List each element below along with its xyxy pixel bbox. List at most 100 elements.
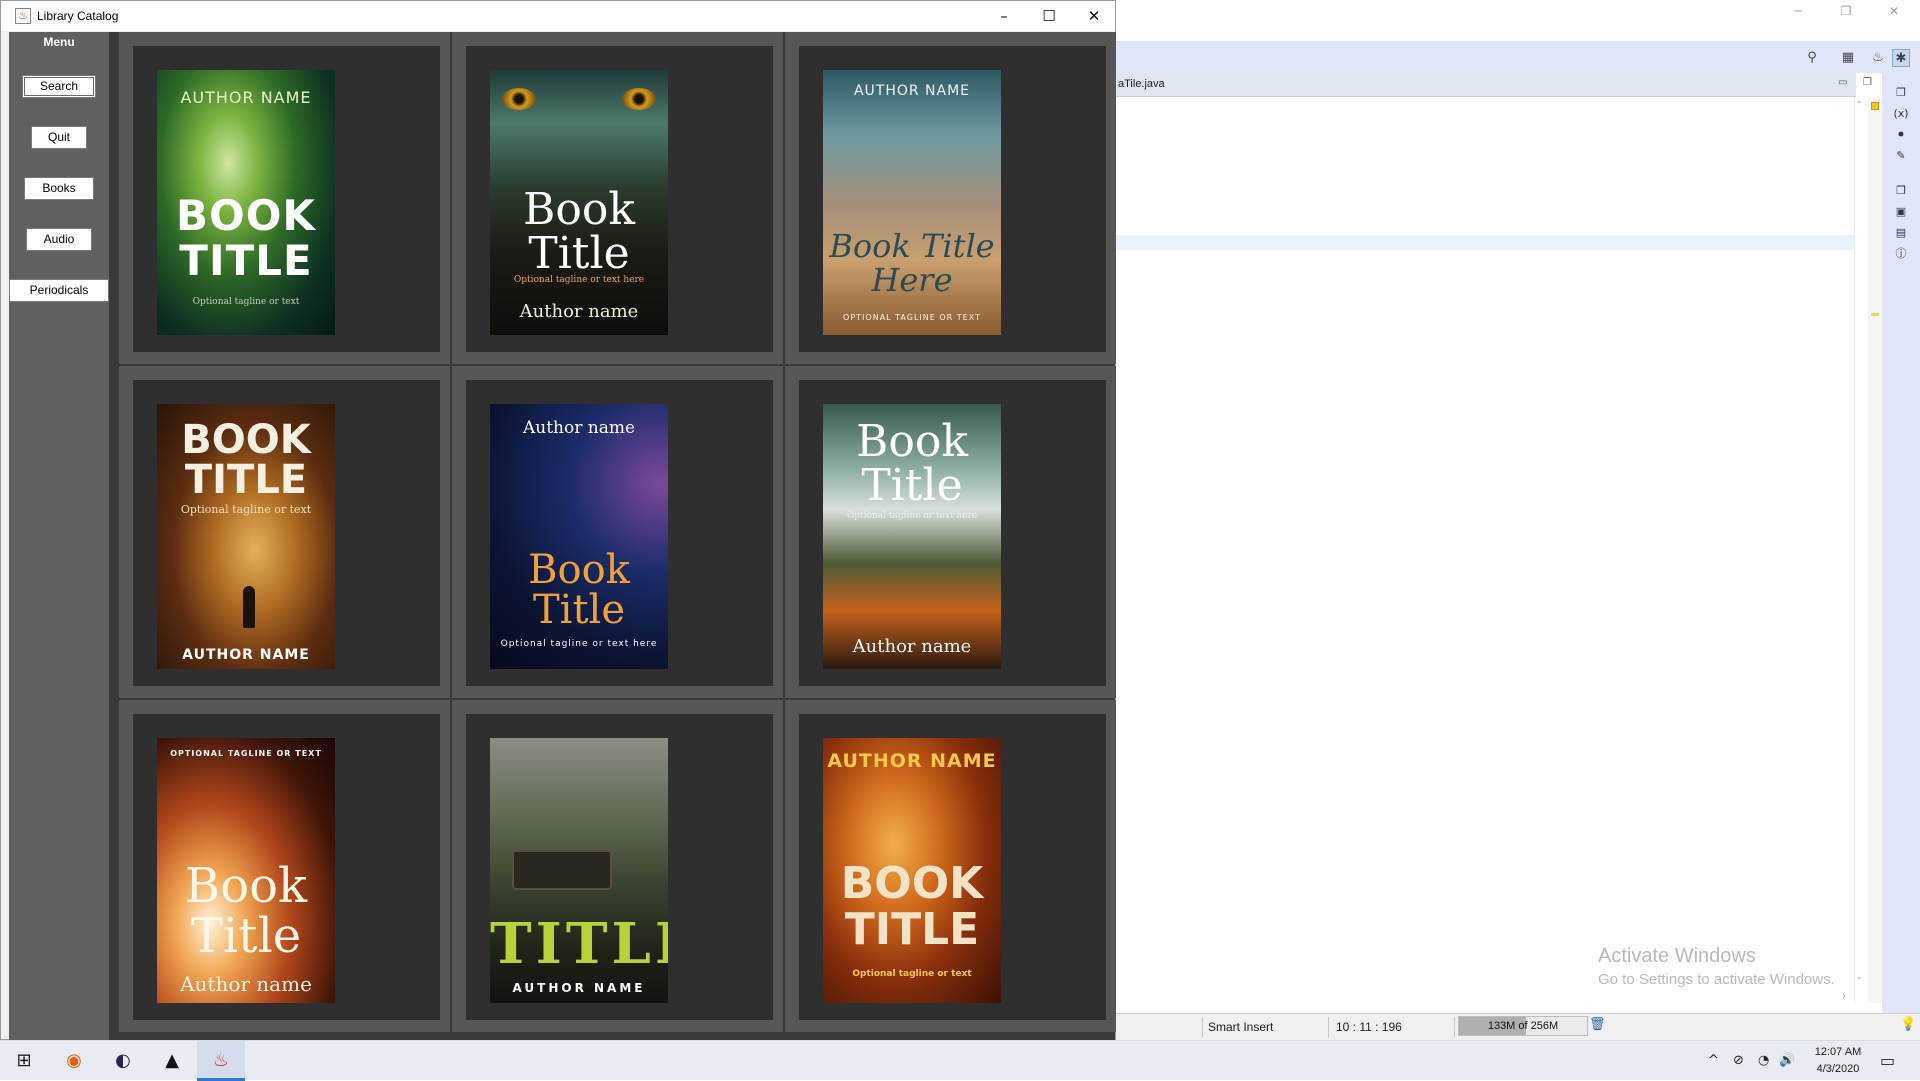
scroll-down-icon[interactable]: ˅: [1857, 977, 1862, 987]
cover-title-line1: Book: [856, 416, 968, 467]
minimize-button[interactable]: –: [981, 1, 1027, 31]
javadoc-view-icon[interactable]: ⓙ: [1893, 246, 1909, 262]
silhouette-figure: [243, 586, 255, 628]
editor-vertical-scrollbar[interactable]: ˄ ˅: [1854, 97, 1868, 1003]
audio-button[interactable]: Audio: [26, 228, 92, 251]
watermark-title: Activate Windows: [1598, 945, 1756, 967]
catalog-item[interactable]: Book Title Optional tagline or text here…: [452, 32, 783, 364]
ide-minimize-button[interactable]: ─: [1778, 2, 1818, 20]
restore-view-icon[interactable]: ❐: [1893, 85, 1909, 101]
maximize-button[interactable]: ☐: [1026, 1, 1072, 31]
cover-author: Author name: [519, 301, 639, 322]
cover-title-line1: Book: [184, 858, 308, 914]
book-cover-image[interactable]: AUTHOR NAME Book Title Here OPTIONAL TAG…: [823, 70, 1001, 335]
book-cover-image[interactable]: Book Title Optional tagline or text here…: [490, 70, 668, 335]
debug-perspective-icon[interactable]: ✱: [1892, 49, 1910, 67]
catalog-item-panel: AUTHOR NAME Book Title Here OPTIONAL TAG…: [799, 46, 1106, 352]
firefox-icon[interactable]: ◉: [50, 1041, 98, 1081]
java-ee-perspective-icon[interactable]: ♨: [1869, 49, 1887, 67]
book-cover-image[interactable]: Author name Book Title Optional tagline …: [490, 404, 668, 669]
expressions-view-icon[interactable]: ✎: [1893, 148, 1909, 164]
cover-tagline: OPTIONAL TAGLINE OR TEXT: [843, 313, 981, 322]
scroll-up-icon[interactable]: ˄: [1857, 101, 1862, 111]
menu-sidebar: Menu Search Quit Books Audio Periodicals: [9, 32, 109, 1040]
cover-author: Author name: [522, 418, 636, 438]
catalog-grid: AUTHOR NAME BOOK TITLE Optional tagline …: [119, 32, 1116, 1040]
cover-author: Author name: [852, 636, 972, 657]
open-perspective-icon[interactable]: ▦: [1839, 49, 1857, 67]
search-button[interactable]: Search: [22, 75, 96, 98]
book-cover-image[interactable]: BOOK TITLE Optional tagline or text AUTH…: [157, 404, 335, 669]
ide-restore-button[interactable]: ❐: [1826, 2, 1866, 20]
breakpoints-view-icon[interactable]: ⚫: [1893, 127, 1909, 143]
status-separator: [1454, 1017, 1455, 1037]
close-button[interactable]: ✕: [1071, 1, 1117, 31]
cover-title-line2: Title: [190, 908, 302, 964]
editor-maximize-icon[interactable]: ❐: [1863, 77, 1872, 88]
book-cover-image[interactable]: OPTIONAL TAGLINE OR TEXT Book Title Auth…: [157, 738, 335, 1003]
split-pane-divider[interactable]: [109, 32, 119, 1040]
book-cover-image[interactable]: AUTHOR NAME BOOK TITLE Optional tagline …: [157, 70, 335, 335]
periodicals-button[interactable]: Periodicals: [9, 279, 109, 302]
editor-minimize-icon[interactable]: ▭: [1838, 77, 1847, 88]
ide-titlebar: ─ ❐ ✕: [1116, 0, 1920, 41]
search-icon[interactable]: ⚲: [1803, 49, 1821, 67]
catalog-item[interactable]: AUTHOR NAME BOOK TITLE Optional tagline …: [119, 32, 450, 364]
quit-button[interactable]: Quit: [31, 126, 87, 149]
editor-tab-filename[interactable]: aTile.java: [1118, 78, 1165, 90]
restore-view-icon[interactable]: ❐: [1893, 183, 1909, 199]
code-editor[interactable]: [1116, 97, 1854, 1003]
catalog-item-panel: BOOK TITLE Optional tagline or text AUTH…: [133, 380, 440, 686]
console-view-icon[interactable]: ▣: [1893, 204, 1909, 220]
cover-tagline: OPTIONAL TAGLINE OR TEXT: [170, 749, 322, 758]
problems-view-icon[interactable]: ▤: [1893, 225, 1909, 241]
photos-icon[interactable]: ▲: [148, 1041, 196, 1081]
eye-icon: [502, 88, 536, 110]
current-line-highlight: [1116, 235, 1854, 250]
cover-title-line2: TITLE: [184, 457, 308, 503]
cover-tagline: Optional tagline or text: [852, 969, 972, 979]
catalog-item[interactable]: Book Title Optional tagline or text here…: [785, 366, 1116, 698]
clock-time: 12:07 AM: [1814, 1046, 1862, 1058]
menu-heading: Menu: [43, 35, 75, 49]
book-cover-image[interactable]: AUTHOR NAME BOOK TITLE Optional tagline …: [823, 738, 1001, 1003]
ide-toolbar: ⚲ ▦ ♨ ✱: [1116, 41, 1920, 73]
catalog-item[interactable]: OPTIONAL TAGLINE OR TEXT Book Title Auth…: [119, 700, 450, 1032]
overview-warning-marker[interactable]: [1871, 102, 1879, 110]
cover-author: AUTHOR NAME: [853, 83, 971, 99]
status-separator: [1202, 1017, 1203, 1037]
cover-tagline: Optional tagline or text: [180, 503, 312, 516]
eclipse-icon[interactable]: ◐: [99, 1041, 147, 1081]
cover-tagline: Optional tagline or text here: [500, 639, 658, 649]
insert-mode-status: Smart Insert: [1208, 1020, 1274, 1034]
book-cover-image[interactable]: TITLE AUTHOR NAME: [490, 738, 668, 1003]
notification-icon[interactable]: ▭: [1880, 1051, 1895, 1070]
trash-icon[interactable]: 🗑: [1589, 1017, 1606, 1035]
system-clock[interactable]: 12:07 AM 4/3/2020: [1802, 1044, 1874, 1078]
catalog-item[interactable]: AUTHOR NAME BOOK TITLE Optional tagline …: [785, 700, 1116, 1032]
java-app-icon: ♨: [15, 8, 31, 24]
books-button[interactable]: Books: [24, 177, 94, 200]
network-hidden-icon[interactable]: ⊘: [1733, 1053, 1744, 1068]
catalog-item[interactable]: Author name Book Title Optional tagline …: [452, 366, 783, 698]
volume-icon[interactable]: 🔊: [1779, 1053, 1795, 1068]
editor-horizontal-scrollbar[interactable]: ›: [1116, 991, 1854, 1004]
lightbulb-icon[interactable]: 💡: [1900, 1017, 1916, 1035]
overview-ruler[interactable]: [1868, 97, 1882, 1003]
cover-title-line1: BOOK: [840, 858, 984, 909]
book-cover-image[interactable]: Book Title Optional tagline or text here…: [823, 404, 1001, 669]
ide-close-button[interactable]: ✕: [1874, 2, 1914, 20]
overview-occurrence-marker[interactable]: [1871, 313, 1879, 316]
ide-right-trim: ❐ (x) ⚫ ✎ ❐ ▣ ▤ ⓙ: [1882, 73, 1920, 1040]
heap-status[interactable]: 133M of 256M: [1458, 1016, 1588, 1036]
chevron-up-icon[interactable]: ^: [1708, 1053, 1719, 1068]
variables-view-icon[interactable]: (x): [1893, 106, 1909, 122]
scroll-right-icon[interactable]: ›: [1842, 991, 1846, 1002]
catalog-item[interactable]: AUTHOR NAME Book Title Here OPTIONAL TAG…: [785, 32, 1116, 364]
wifi-icon[interactable]: ◔: [1758, 1053, 1769, 1068]
catalog-item[interactable]: TITLE AUTHOR NAME: [452, 700, 783, 1032]
windows-start-icon[interactable]: ⊞: [0, 1041, 48, 1081]
catalog-item[interactable]: BOOK TITLE Optional tagline or text AUTH…: [119, 366, 450, 698]
window-titlebar[interactable]: ♨ Library Catalog – ☐ ✕: [1, 1, 1115, 31]
java-app-taskbar-icon[interactable]: ♨: [197, 1041, 245, 1081]
